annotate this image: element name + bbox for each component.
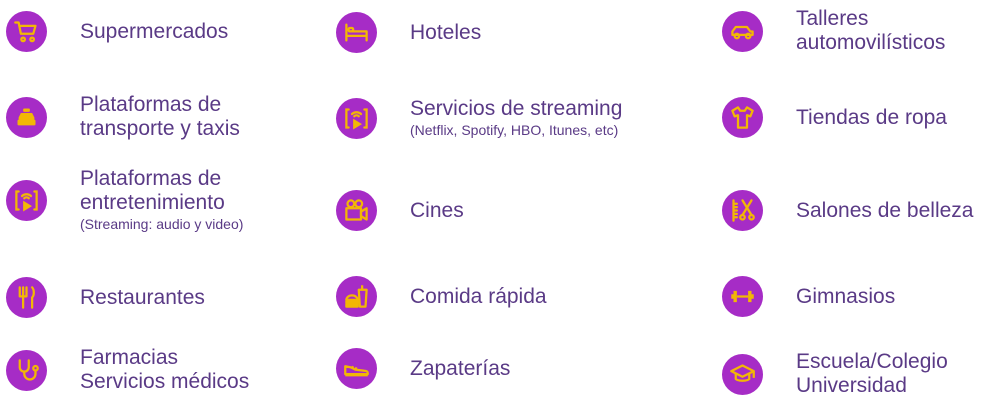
- category-belleza: Salones de belleza: [722, 190, 973, 231]
- streaming-device-icon: [336, 97, 377, 139]
- dumbbell-icon: [722, 276, 763, 317]
- category-hoteles: Hoteles: [336, 12, 481, 53]
- graduation-cap-icon: [722, 353, 763, 395]
- category-entretenimiento: Plataformas de entretenimiento (Streaming:…: [6, 167, 243, 233]
- category-label: Tiendas de ropa: [796, 105, 947, 129]
- category-label: Plataformas de transporte y taxis: [80, 93, 240, 140]
- category-ropa: Tiendas de ropa: [722, 97, 947, 138]
- category-streaming: Servicios de streaming (Netflix, Spotify,…: [336, 97, 622, 139]
- shirt-icon: [722, 97, 763, 138]
- category-cines: Cines: [336, 190, 464, 231]
- sneaker-icon: [336, 348, 377, 389]
- stethoscope-icon: [6, 349, 47, 391]
- category-transporte: Plataformas de transporte y taxis: [6, 93, 240, 141]
- category-label: Servicios de streaming (Netflix, Spotify,…: [410, 97, 623, 138]
- category-label: Escuela/Colegio Universidad: [796, 350, 948, 397]
- category-talleres: Talleres automovilísticos: [722, 7, 945, 55]
- car-icon: [722, 10, 763, 52]
- category-label: Hoteles: [410, 20, 482, 44]
- category-zapaterias: Zapaterías: [336, 348, 510, 389]
- category-label: Supermercados: [80, 19, 229, 43]
- category-comida-rapida: Comida rápida: [336, 276, 547, 317]
- category-label: Restaurantes: [80, 285, 205, 309]
- category-label: Cines: [410, 198, 464, 222]
- streaming-device-icon: [6, 179, 47, 221]
- shopping-cart-icon: [6, 11, 47, 52]
- movie-camera-icon: [336, 190, 377, 231]
- category-gimnasios: Gimnasios: [722, 276, 895, 317]
- category-supermercados: Supermercados: [6, 11, 228, 52]
- category-label: Gimnasios: [796, 284, 896, 308]
- fast-food-icon: [336, 276, 377, 317]
- taxi-icon: [6, 96, 47, 138]
- category-label: Talleres automovilísticos: [796, 7, 946, 54]
- comb-scissors-icon: [722, 190, 763, 231]
- category-label: Comida rápida: [410, 284, 547, 308]
- category-label: Plataformas de entretenimiento (Streaming:…: [80, 167, 244, 232]
- category-farmacias: Farmacias Servicios médicos: [6, 346, 249, 394]
- category-label: Salones de belleza: [796, 198, 974, 222]
- fork-knife-icon: [6, 277, 47, 318]
- category-label: Zapaterías: [410, 356, 511, 380]
- bed-icon: [336, 12, 377, 53]
- category-label: Farmacias Servicios médicos: [80, 346, 250, 393]
- category-escuela: Escuela/Colegio Universidad: [722, 350, 948, 398]
- category-restaurantes: Restaurantes: [6, 277, 205, 318]
